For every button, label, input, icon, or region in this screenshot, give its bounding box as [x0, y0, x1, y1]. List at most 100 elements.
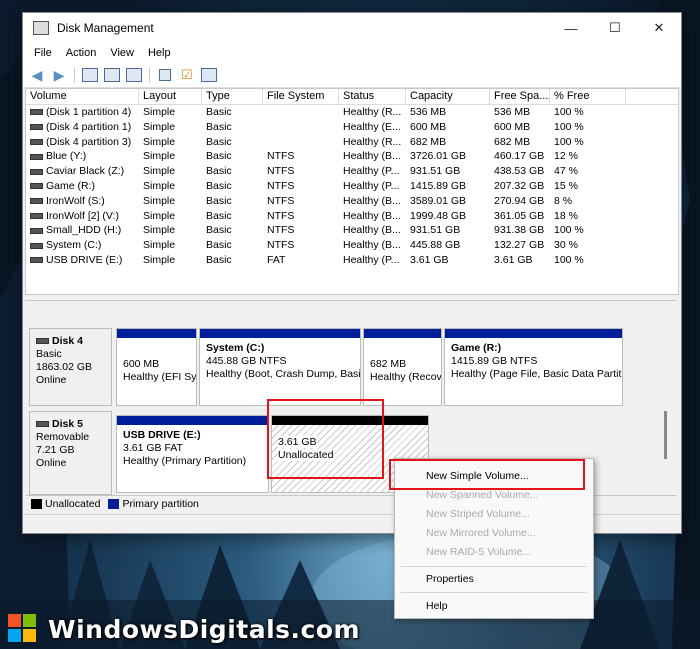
cell-file-system: NTFS	[267, 165, 295, 178]
column-type[interactable]: Type	[202, 89, 263, 104]
console-tree-icon[interactable]	[80, 66, 100, 84]
cell-free-space: 3.61 GB	[494, 253, 533, 266]
unallocated-highlight	[267, 399, 384, 479]
column-percent-free[interactable]: % Free	[550, 89, 626, 104]
cell-capacity: 600 MB	[410, 120, 447, 133]
cell-file-system	[263, 135, 339, 150]
menu-separator	[401, 592, 587, 593]
column-layout[interactable]: Layout	[139, 89, 202, 104]
minimize-button[interactable]: —	[549, 13, 593, 43]
volume-row[interactable]: Small_HDD (H:) Simple Basic NTFS Healthy (B.…	[26, 223, 678, 238]
cell-capacity: 931.51 GB	[410, 224, 461, 237]
cell-capacity: 1415.89 GB	[410, 179, 467, 192]
cell-volume: (Disk 4 partition 1)	[26, 120, 139, 135]
volume-row[interactable]: IronWolf [2] (V:) Simple Basic NTFS Healthy …	[26, 209, 678, 224]
column-filler	[626, 89, 678, 104]
toolbar-separator	[74, 67, 75, 83]
drive-icon	[30, 227, 43, 234]
properties-icon[interactable]	[124, 66, 144, 84]
partition-efi[interactable]: 600 MB Healthy (EFI Sy	[116, 328, 197, 406]
partition-recovery[interactable]: 682 MB Healthy (Recov	[363, 328, 442, 406]
close-button[interactable]: ✕	[637, 13, 681, 43]
cell-capacity: 445.88 GB	[410, 239, 461, 252]
drive-icon	[30, 109, 43, 116]
cell-layout: Simple	[143, 179, 176, 192]
cell-free-space: 682 MB	[494, 135, 531, 148]
volume-row[interactable]: IronWolf (S:) Simple Basic NTFS Healthy (B..…	[26, 194, 678, 209]
checklist-icon[interactable]: ☑	[177, 66, 197, 84]
new-simple-volume-highlight	[389, 459, 585, 490]
disk-5-label[interactable]: Disk 5 Removable 7.21 GB Online	[29, 411, 112, 495]
cell-type: Basic	[206, 194, 232, 207]
menu-new-mirrored-volume[interactable]: New Mirrored Volume...	[395, 524, 593, 543]
cell-free-space: 536 MB	[494, 106, 531, 118]
volume-name: (Disk 4 partition 1)	[46, 120, 132, 133]
volume-row[interactable]: (Disk 4 partition 3) Simple Basic Healthy (…	[26, 135, 678, 150]
view-list-icon[interactable]	[199, 66, 219, 84]
cell-layout: Simple	[143, 120, 176, 133]
disk-state: Online	[36, 457, 67, 469]
menu-properties[interactable]: Properties	[395, 570, 593, 589]
drive-icon	[30, 257, 43, 264]
volume-row[interactable]: Game (R:) Simple Basic NTFS Healthy (P... 141…	[26, 179, 678, 194]
menu-new-raid5-volume[interactable]: New RAID-5 Volume...	[395, 543, 593, 562]
forward-arrow-icon[interactable]: ▶	[49, 66, 69, 84]
volume-row[interactable]: Blue (Y:) Simple Basic NTFS Healthy (B... 372…	[26, 149, 678, 164]
drive-icon	[30, 242, 43, 249]
cell-file-system: NTFS	[267, 209, 295, 222]
connect-icon[interactable]	[155, 66, 175, 84]
partition-title: Game (R:)	[451, 342, 502, 354]
menu-file[interactable]: File	[27, 47, 59, 59]
column-capacity[interactable]: Capacity	[406, 89, 490, 104]
cell-file-system: NTFS	[267, 179, 295, 192]
cell-percent-free: 15 %	[554, 179, 578, 192]
column-status[interactable]: Status	[339, 89, 406, 104]
menu-help[interactable]: Help	[141, 47, 178, 59]
volume-list[interactable]: Volume Layout Type File System Status Ca…	[25, 88, 679, 295]
menu-new-striped-volume[interactable]: New Striped Volume...	[395, 505, 593, 524]
cell-volume: Small_HDD (H:)	[26, 223, 139, 238]
cell-percent-free: 100 %	[554, 224, 584, 237]
cell-free-space: 207.32 GB	[494, 179, 545, 192]
column-free-space[interactable]: Free Spa...	[490, 89, 550, 104]
partition-size: 682 MB	[370, 358, 407, 370]
help-topics-icon[interactable]	[102, 66, 122, 84]
volume-row[interactable]: (Disk 1 partition 4) Simple Basic Healthy (…	[26, 105, 678, 120]
partition-system-c[interactable]: System (C:) 445.88 GB NTFS Healthy (Boot…	[199, 328, 361, 406]
partition-size: 1415.89 GB NTFS	[451, 355, 538, 367]
volume-row[interactable]: (Disk 4 partition 1) Simple Basic Healthy (…	[26, 120, 678, 135]
partition-usb-drive-e[interactable]: USB DRIVE (E:) 3.61 GB FAT Healthy (Prim…	[116, 415, 269, 493]
disk-map-scrollbar[interactable]	[664, 411, 667, 459]
back-arrow-icon[interactable]: ◀	[27, 66, 47, 84]
cell-percent-free: 100 %	[554, 106, 584, 118]
menu-help-item[interactable]: Help	[395, 597, 593, 616]
disk-4-label[interactable]: Disk 4 Basic 1863.02 GB Online	[29, 328, 112, 406]
toolbar-separator	[149, 67, 150, 83]
column-file-system[interactable]: File System	[263, 89, 339, 104]
volume-row[interactable]: System (C:) Simple Basic NTFS Healthy (B... 4…	[26, 238, 678, 253]
cell-layout: Simple	[143, 165, 176, 178]
menu-action[interactable]: Action	[59, 47, 104, 59]
drive-icon	[30, 168, 43, 175]
disk-state: Online	[36, 374, 67, 386]
volume-row[interactable]: Caviar Black (Z:) Simple Basic NTFS Healthy …	[26, 164, 678, 179]
cell-type: Basic	[206, 165, 232, 178]
cell-status: Healthy (P...	[343, 179, 400, 192]
cell-status: Healthy (P...	[343, 165, 400, 178]
column-volume[interactable]: Volume	[26, 89, 139, 104]
cell-layout: Simple	[143, 224, 176, 237]
maximize-button[interactable]: ☐	[593, 13, 637, 43]
partition-size: 445.88 GB NTFS	[206, 355, 287, 367]
volume-row[interactable]: USB DRIVE (E:) Simple Basic FAT Healthy (P..…	[26, 253, 678, 268]
partition-size: 3.61 GB FAT	[123, 442, 183, 454]
volume-name: (Disk 4 partition 3)	[46, 135, 132, 148]
disk-type: Basic	[36, 348, 62, 360]
partition-game-r[interactable]: Game (R:) 1415.89 GB NTFS Healthy (Page …	[444, 328, 623, 406]
legend-primary-label: Primary partition	[122, 498, 199, 510]
title-bar[interactable]: Disk Management — ☐ ✕	[23, 13, 681, 43]
partition-status: Healthy (Boot, Crash Dump, Basi	[206, 368, 361, 380]
cell-volume: USB DRIVE (E:)	[26, 253, 139, 268]
menu-view[interactable]: View	[103, 47, 141, 59]
cell-layout: Simple	[143, 253, 176, 266]
cell-free-space: 460.17 GB	[494, 150, 545, 163]
